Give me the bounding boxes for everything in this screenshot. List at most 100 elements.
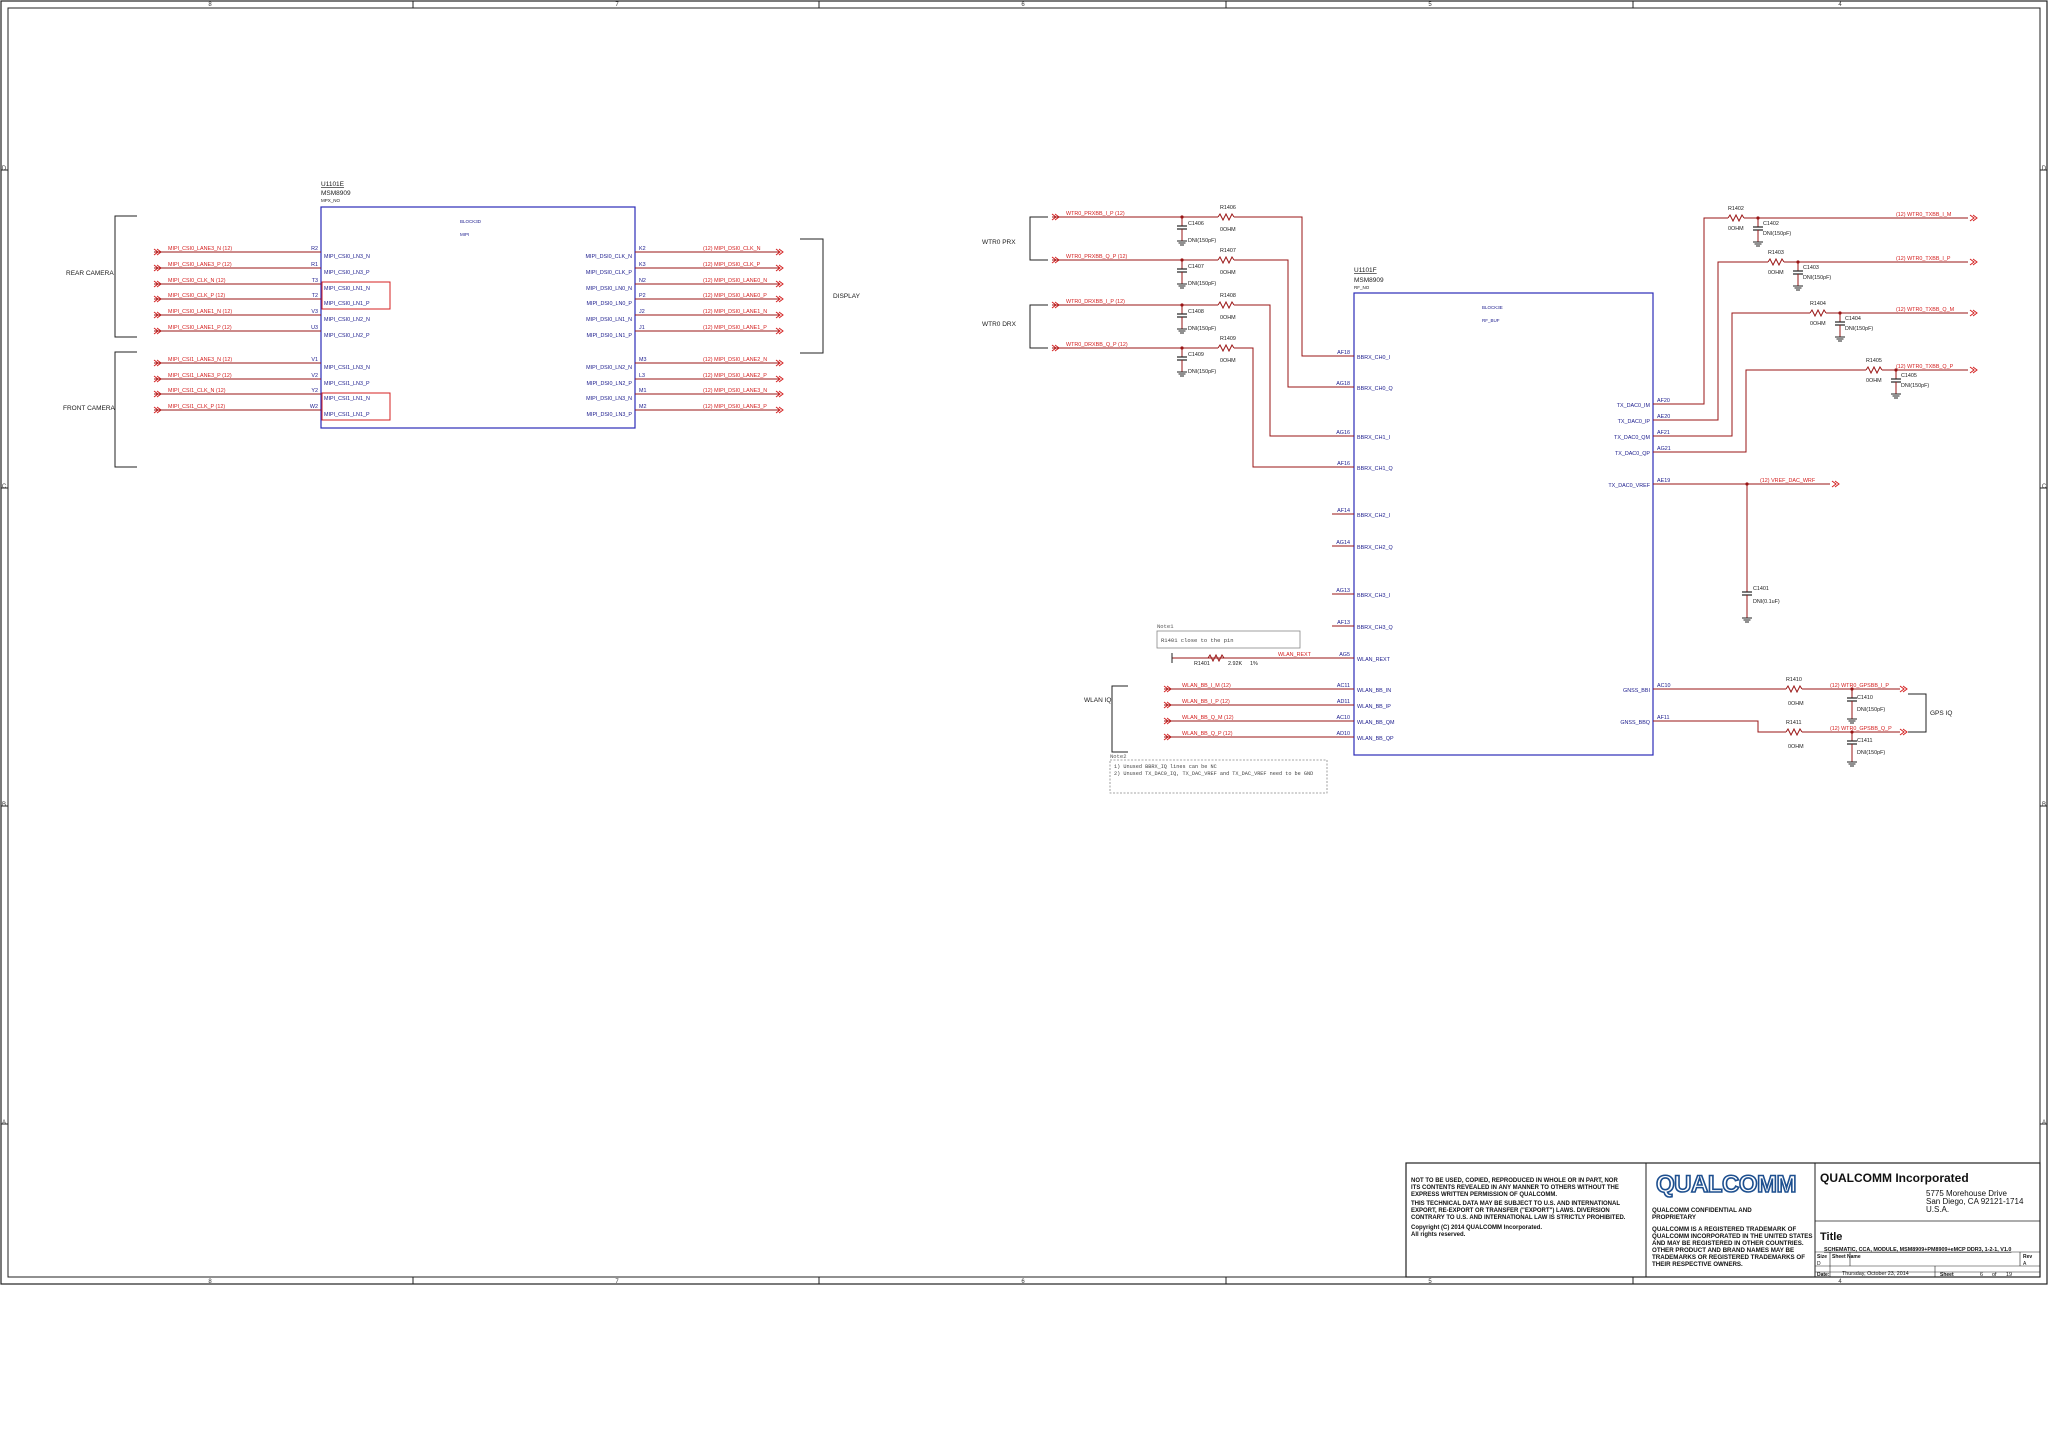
mipi-right-pin-8: M1: [639, 388, 647, 394]
wlan-net-label-1: WLAN_BB_I_P (12): [1182, 699, 1230, 705]
rf-left-signal-12: WLAN_BB_QP: [1357, 736, 1394, 742]
frame-col-marker-top-3: 5: [1428, 2, 1432, 8]
rf-left-signal-0: BBRX_CH0_I: [1357, 355, 1390, 361]
frame-row-marker-left-3: A: [2, 1120, 6, 1126]
tx-cap-2: [1835, 321, 1845, 326]
mipi-right-signal-4: MIPI_DSI0_LN1_N: [586, 317, 632, 323]
mipi-left-pin-4: V3: [311, 309, 318, 315]
qualcomm-logo-text: QUALCOMM: [1656, 1171, 1796, 1198]
tx-resistor-value-1: 0OHM: [1768, 270, 1784, 276]
trademark-line-4: OTHER PRODUCT AND BRAND NAMES MAY BE: [1652, 1247, 1794, 1254]
confidential-line-1: QUALCOMM CONFIDENTIAL AND: [1652, 1207, 1752, 1214]
export-line-1: THIS TECHNICAL DATA MAY BE SUBJECT TO U.…: [1411, 1201, 1620, 1207]
rext-resistor-ref: R1401: [1194, 661, 1210, 667]
gps-label: GPS IQ: [1930, 710, 1952, 717]
rx-resistor-0: [1217, 212, 1235, 222]
size-value: D: [1817, 1261, 1821, 1267]
mipi-left-pin-0: R2: [311, 246, 318, 252]
disclaimer-line-3: EXPRESS WRITTEN PERMISSION OF QUALCOMM.: [1411, 1192, 1557, 1198]
mipi-right-net-label-6: (12) MIPI_DSI0_LANE2_N: [703, 357, 767, 363]
copyright: Copyright (C) 2014 QUALCOMM Incorporated…: [1411, 1225, 1542, 1231]
tx-cap-3: [1891, 378, 1901, 383]
sheet-of-label: of: [1992, 1272, 1997, 1278]
gps-cap-0: [1847, 697, 1857, 702]
mipi-right-pin-5: J1: [639, 325, 645, 331]
tx-cap-ref-1: C1403: [1803, 265, 1819, 271]
rx-cap-ref-1: C1407: [1188, 264, 1204, 270]
rx-cap-2: [1177, 313, 1187, 318]
mipi-left-net-label-6: MIPI_CSI1_LANE3_N (12): [168, 357, 232, 363]
wlan-label: WLAN IQ: [1084, 697, 1111, 704]
rx-cap-ground-0: [1177, 240, 1187, 246]
tx-resistor-1: [1767, 257, 1785, 267]
tx-net-label-1: (12) WTR0_TXBB_I_P: [1896, 256, 1951, 262]
frame-col-marker-top-2: 6: [1021, 2, 1025, 8]
rf-left-pin-7: AF13: [1337, 620, 1350, 626]
mipi-block-title: BLOCK3D: [460, 219, 482, 224]
rf-ic-body: [1353, 292, 1654, 756]
rx-cap-value-0: DNI(150pF): [1188, 238, 1216, 244]
title-value: SCHEMATIC, CCA, MODULE, MSM8909+PM8909+e…: [1824, 1247, 2011, 1253]
rext-resistor-value: 2.92K: [1228, 661, 1242, 667]
mipi-right-net-label-5: (12) MIPI_DSI0_LANE1_P: [703, 325, 767, 331]
rx-cap-ground-1: [1177, 283, 1187, 289]
tx-cap-1: [1793, 270, 1803, 275]
mipi-right-pin-3: P2: [639, 293, 646, 299]
rf-left-signal-9: WLAN_BB_IN: [1357, 688, 1391, 694]
mipi-right-pin-7: L3: [639, 373, 645, 379]
mipi-left-signal-1: MIPI_CSI0_LN3_P: [324, 270, 370, 276]
mipi-right-signal-7: MIPI_DSI0_LN2_P: [586, 381, 632, 387]
tx-cap-value-1: DNI(150pF): [1803, 275, 1831, 281]
tx-cap-ground-2: [1835, 336, 1845, 342]
tx-cap-ground-1: [1793, 285, 1803, 291]
rx-resistor-2: [1217, 300, 1235, 310]
mipi-right-pin-0: K2: [639, 246, 646, 252]
frame-row-marker-right-1: C: [2042, 484, 2047, 490]
gps-cap-value-1: DNI(150pF): [1857, 750, 1885, 756]
mipi-left-pin-5: U3: [311, 325, 318, 331]
mipi-right-signal-3: MIPI_DSI0_LN0_P: [586, 301, 632, 307]
company-name: QUALCOMM Incorporated: [1820, 1171, 1969, 1185]
export-line-3: CONTRARY TO U.S. AND INTERNATIONAL LAW I…: [1411, 1215, 1626, 1221]
vref-net-label: (12) VREF_DAC_WRF: [1760, 478, 1816, 484]
mipi-right-net-label-8: (12) MIPI_DSI0_LANE3_N: [703, 388, 767, 394]
gps-resistor-ref-0: R1410: [1786, 677, 1802, 683]
rx-resistor-ref-1: R1407: [1220, 248, 1236, 254]
rear-camera-bracket: [114, 215, 137, 338]
drx-bracket: [1029, 304, 1048, 349]
rx-cap-1: [1177, 268, 1187, 273]
gps-resistor-value-1: 0OHM: [1788, 744, 1804, 750]
tx-net-arrow-1: [1969, 258, 1978, 266]
tx-net-label-2: (12) WTR0_TXBB_Q_M: [1896, 307, 1955, 313]
tx-net-arrow-2: [1969, 309, 1978, 317]
mipi-left-net-label-5: MIPI_CSI0_LANE1_P (12): [168, 325, 232, 331]
frame-col-marker-top-4: 4: [1838, 2, 1842, 8]
rx-net-label-2: WTR0_DRXBB_I_P (12): [1066, 299, 1125, 305]
mipi-left-net-label-4: MIPI_CSI0_LANE1_N (12): [168, 309, 232, 315]
rf-left-signal-11: WLAN_BB_QM: [1357, 720, 1395, 726]
rf-left-pin-5: AG14: [1336, 540, 1350, 546]
tx-cap-value-0: DNI(150pF): [1763, 231, 1791, 237]
mipi-left-net-label-3: MIPI_CSI0_CLK_P (12): [168, 293, 225, 299]
rf-left-pin-2: AG16: [1336, 430, 1350, 436]
schematic-canvas: 8877665544D DC CB BA A U1101E MSM8909 MPX_NO…: [0, 0, 2048, 1285]
rf-left-pin-4: AF14: [1337, 508, 1350, 514]
tx-cap-ref-0: C1402: [1763, 221, 1779, 227]
rx-resistor-ref-0: R1406: [1220, 205, 1236, 211]
rx-route-0: [1234, 216, 1332, 357]
title-label: Title: [1820, 1231, 1842, 1243]
rf-right-pin-4: AE19: [1657, 478, 1670, 484]
rf-left-pin-6: AG13: [1336, 588, 1350, 594]
gps-net-arrow-1: [1899, 728, 1908, 736]
tx-cap-ref-2: C1404: [1845, 316, 1861, 322]
wlan-net-label-3: WLAN_BB_Q_P (12): [1182, 731, 1233, 737]
tx-net-arrow-0: [1969, 214, 1978, 222]
rf-right-pin-6: AF11: [1657, 715, 1669, 721]
mipi-left-signal-8: MIPI_CSI1_LN1_N: [324, 396, 370, 402]
display-bracket: [800, 238, 824, 354]
title-block: NOT TO BE USED, COPIED, REPRODUCED IN WH…: [1405, 1162, 2041, 1278]
mipi-left-pin-9: W2: [310, 404, 318, 410]
rf-left-pin-8: AG5: [1339, 652, 1350, 658]
tx-resistor-ref-2: R1404: [1810, 301, 1826, 307]
front-camera-label: FRONT CAMERA: [63, 405, 116, 412]
